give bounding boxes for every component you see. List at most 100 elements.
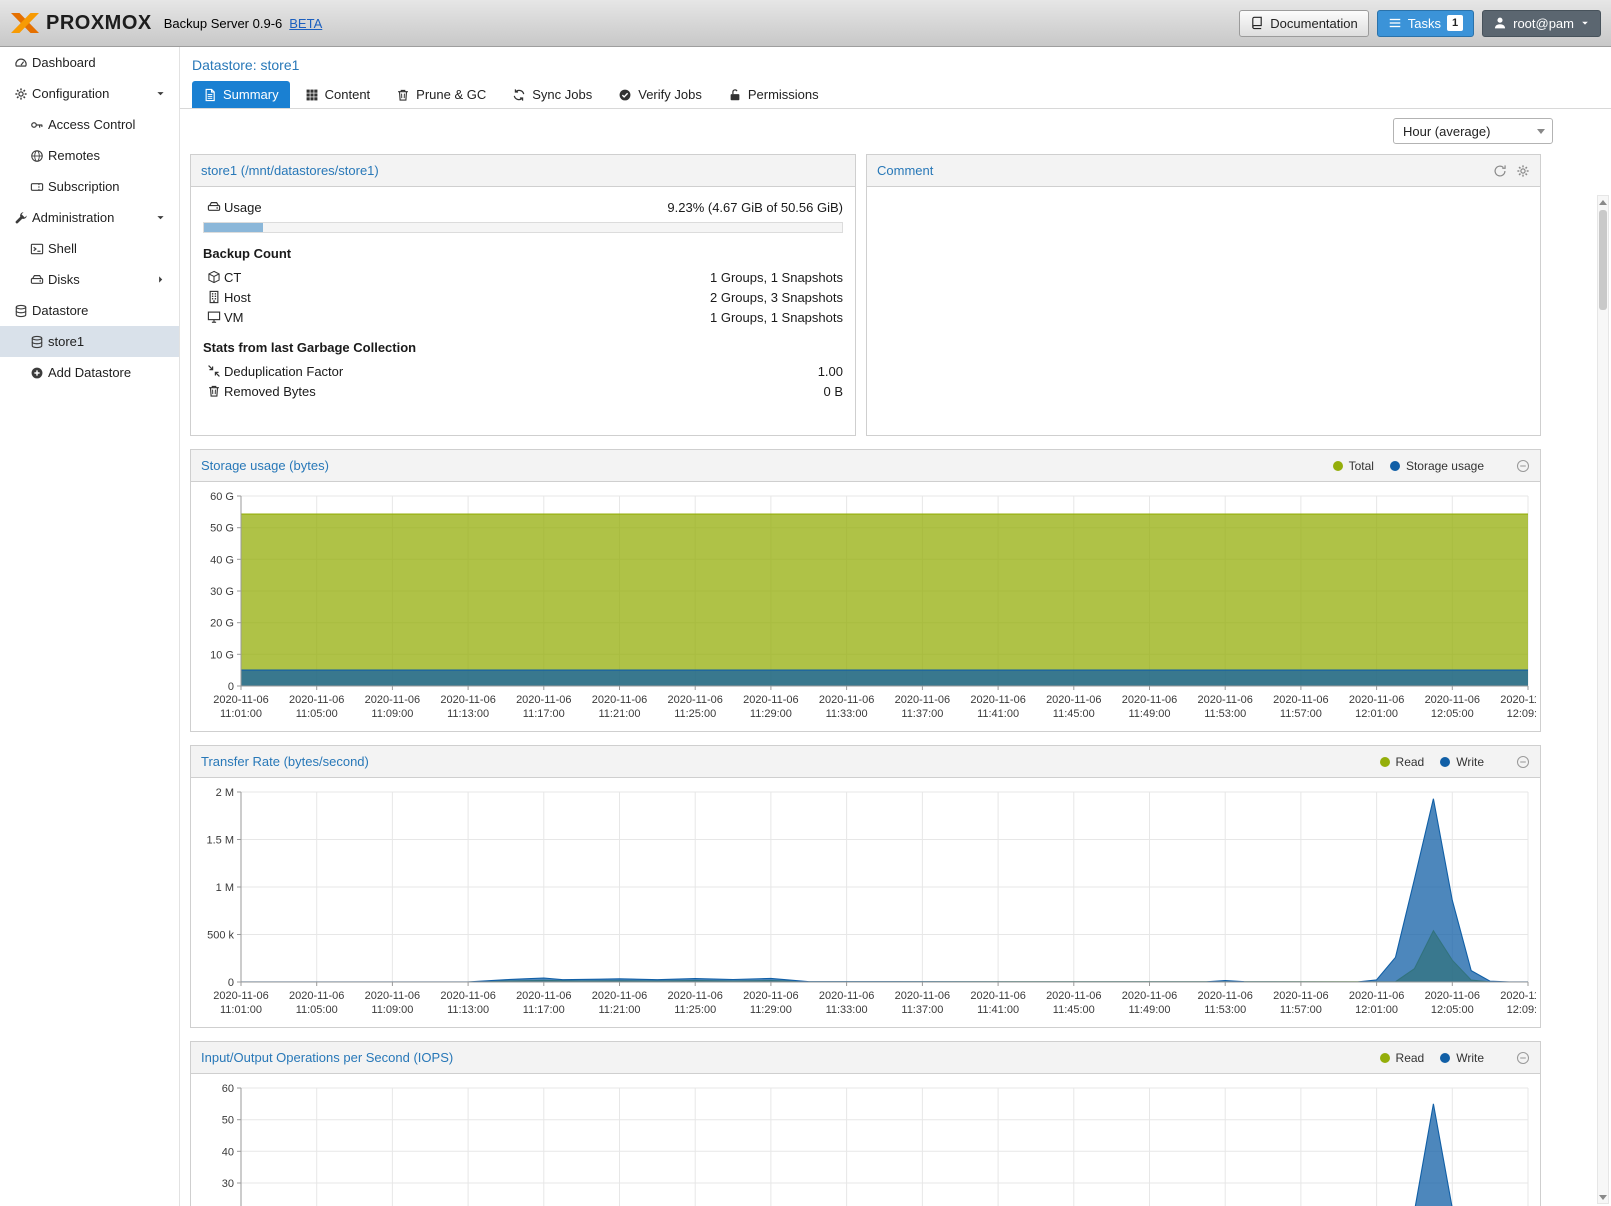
- chevron-down-icon: [149, 212, 171, 223]
- svg-text:2020-11-06: 2020-11-06: [516, 990, 571, 1002]
- svg-text:12:09:00: 12:09:00: [1507, 1004, 1536, 1016]
- svg-text:2020-11-06: 2020-11-06: [970, 694, 1025, 706]
- svg-text:11:53:00: 11:53:00: [1204, 1004, 1246, 1016]
- collapse-panel-icon[interactable]: [1516, 1051, 1530, 1065]
- svg-text:11:25:00: 11:25:00: [674, 708, 716, 720]
- hdd-icon: [26, 273, 48, 287]
- database-icon: [26, 335, 48, 349]
- sidebar-item-disks[interactable]: Disks: [0, 264, 179, 295]
- storage-usage-chart-panel: Storage usage (bytes) Total Storage usag…: [190, 449, 1541, 732]
- legend-item-write[interactable]: Write: [1440, 755, 1484, 769]
- tab-sync-jobs[interactable]: Sync Jobs: [501, 81, 603, 108]
- sync-icon: [512, 88, 526, 102]
- legend-item-total[interactable]: Total: [1333, 459, 1374, 473]
- svg-text:11:53:00: 11:53:00: [1204, 708, 1246, 720]
- iops-chart: 01020304050602020-11-0611:01:002020-11-0…: [195, 1078, 1536, 1206]
- svg-text:2020-11-06: 2020-11-06: [592, 694, 647, 706]
- chart-body: 010 G20 G30 G40 G50 G60 G2020-11-0611:01…: [191, 482, 1540, 731]
- sidebar-item-add-datastore[interactable]: Add Datastore: [0, 357, 179, 388]
- svg-text:11:09:00: 11:09:00: [371, 1004, 413, 1016]
- collapse-panel-icon[interactable]: [1516, 755, 1530, 769]
- legend-item-read[interactable]: Read: [1380, 755, 1425, 769]
- comment-body[interactable]: [867, 187, 1540, 435]
- sidebar-item-remotes[interactable]: Remotes: [0, 140, 179, 171]
- svg-text:0: 0: [228, 977, 234, 989]
- svg-text:11:33:00: 11:33:00: [826, 1004, 868, 1016]
- panel-title: Transfer Rate (bytes/second): [201, 754, 369, 769]
- unlock-icon: [728, 88, 742, 102]
- usage-progress-bar: [203, 222, 843, 233]
- svg-text:11:29:00: 11:29:00: [750, 708, 792, 720]
- datastore-info-panel: store1 (/mnt/datastores/store1) Usage 9.…: [190, 154, 856, 436]
- scroll-up-button[interactable]: [1598, 196, 1608, 208]
- gear-icon[interactable]: [1516, 164, 1530, 178]
- tab-permissions[interactable]: Permissions: [717, 81, 830, 108]
- user-icon: [1493, 16, 1507, 30]
- gauge-icon: [10, 56, 32, 70]
- tab-prune-gc[interactable]: Prune & GC: [385, 81, 497, 108]
- svg-text:40 G: 40 G: [210, 554, 234, 566]
- gear-icon: [10, 87, 32, 101]
- tab-content[interactable]: Content: [294, 81, 382, 108]
- svg-text:11:17:00: 11:17:00: [523, 708, 565, 720]
- legend-item-storage-usage[interactable]: Storage usage: [1390, 459, 1484, 473]
- tasks-button[interactable]: Tasks 1: [1377, 10, 1474, 37]
- chevron-down-icon: [1580, 18, 1590, 28]
- sidebar-item-store1[interactable]: store1: [0, 326, 179, 357]
- backup-row-ct: CT 1 Groups, 1 Snapshots: [203, 267, 843, 287]
- sidebar-item-administration[interactable]: Administration: [0, 202, 179, 233]
- svg-text:1 M: 1 M: [216, 882, 234, 894]
- trash-icon: [396, 88, 410, 102]
- chart-body: 0500 k1 M1.5 M2 M2020-11-0611:01:002020-…: [191, 778, 1540, 1027]
- svg-text:11:57:00: 11:57:00: [1280, 708, 1322, 720]
- svg-text:60 G: 60 G: [210, 491, 234, 503]
- proxmox-logo[interactable]: PROXMOX: [10, 12, 152, 35]
- sidebar-item-configuration[interactable]: Configuration: [0, 78, 179, 109]
- svg-text:2020-11-06: 2020-11-06: [895, 990, 950, 1002]
- vertical-scrollbar[interactable]: [1597, 195, 1609, 1204]
- sidebar-item-datastore[interactable]: Datastore: [0, 295, 179, 326]
- iops-chart-panel: Input/Output Operations per Second (IOPS…: [190, 1041, 1541, 1206]
- tab-bar: Summary Content Prune & GC Sync Jobs Ver…: [180, 79, 1611, 109]
- undo-icon[interactable]: [1493, 164, 1507, 178]
- tab-summary[interactable]: Summary: [192, 81, 290, 108]
- summary-toolbar: Hour (average): [180, 109, 1611, 152]
- usage-value: 9.23% (4.67 GiB of 50.56 GiB): [667, 200, 843, 215]
- svg-text:2020-11-06: 2020-11-06: [1046, 990, 1101, 1002]
- documentation-button[interactable]: Documentation: [1239, 10, 1368, 37]
- sidebar-item-access-control[interactable]: Access Control: [0, 109, 179, 140]
- panel-header: Storage usage (bytes) Total Storage usag…: [191, 450, 1540, 482]
- scroll-down-button[interactable]: [1598, 1191, 1608, 1203]
- collapse-panel-icon[interactable]: [1516, 459, 1530, 473]
- user-menu-button[interactable]: root@pam: [1482, 10, 1601, 37]
- svg-text:12:01:00: 12:01:00: [1355, 708, 1398, 720]
- svg-text:11:21:00: 11:21:00: [598, 708, 640, 720]
- svg-text:12:09:00: 12:09:00: [1507, 708, 1536, 720]
- svg-text:2020-11-06: 2020-11-06: [1046, 694, 1101, 706]
- transfer-rate-chart-panel: Transfer Rate (bytes/second) Read Write: [190, 745, 1541, 1028]
- beta-link[interactable]: BETA: [289, 16, 322, 31]
- legend-dot: [1390, 461, 1400, 471]
- svg-text:2020-11-06: 2020-11-06: [213, 694, 268, 706]
- time-range-select[interactable]: Hour (average): [1393, 118, 1553, 144]
- backup-row-host: Host 2 Groups, 3 Snapshots: [203, 287, 843, 307]
- legend-item-write[interactable]: Write: [1440, 1051, 1484, 1065]
- usage-progress-fill: [204, 223, 263, 232]
- brand-text: PROXMOX: [46, 12, 152, 35]
- transfer-rate-chart: 0500 k1 M1.5 M2 M2020-11-0611:01:002020-…: [195, 782, 1536, 1023]
- app-root: PROXMOX Backup Server 0.9-6 BETA Documen…: [0, 0, 1611, 1206]
- backup-row-vm: VM 1 Groups, 1 Snapshots: [203, 307, 843, 327]
- tab-verify-jobs[interactable]: Verify Jobs: [607, 81, 713, 108]
- svg-text:11:13:00: 11:13:00: [447, 1004, 489, 1016]
- svg-text:2020-11-06: 2020-11-06: [667, 990, 722, 1002]
- chart-legend: Read Write: [1380, 755, 1530, 769]
- terminal-icon: [26, 242, 48, 256]
- sidebar-item-shell[interactable]: Shell: [0, 233, 179, 264]
- sidebar-item-subscription[interactable]: Subscription: [0, 171, 179, 202]
- main-content: Datastore: store1 Summary Content Prune …: [180, 47, 1611, 1206]
- legend-item-read[interactable]: Read: [1380, 1051, 1425, 1065]
- svg-text:11:25:00: 11:25:00: [674, 1004, 716, 1016]
- svg-text:0: 0: [228, 681, 234, 693]
- scrollbar-thumb[interactable]: [1599, 210, 1607, 310]
- sidebar-item-dashboard[interactable]: Dashboard: [0, 47, 179, 78]
